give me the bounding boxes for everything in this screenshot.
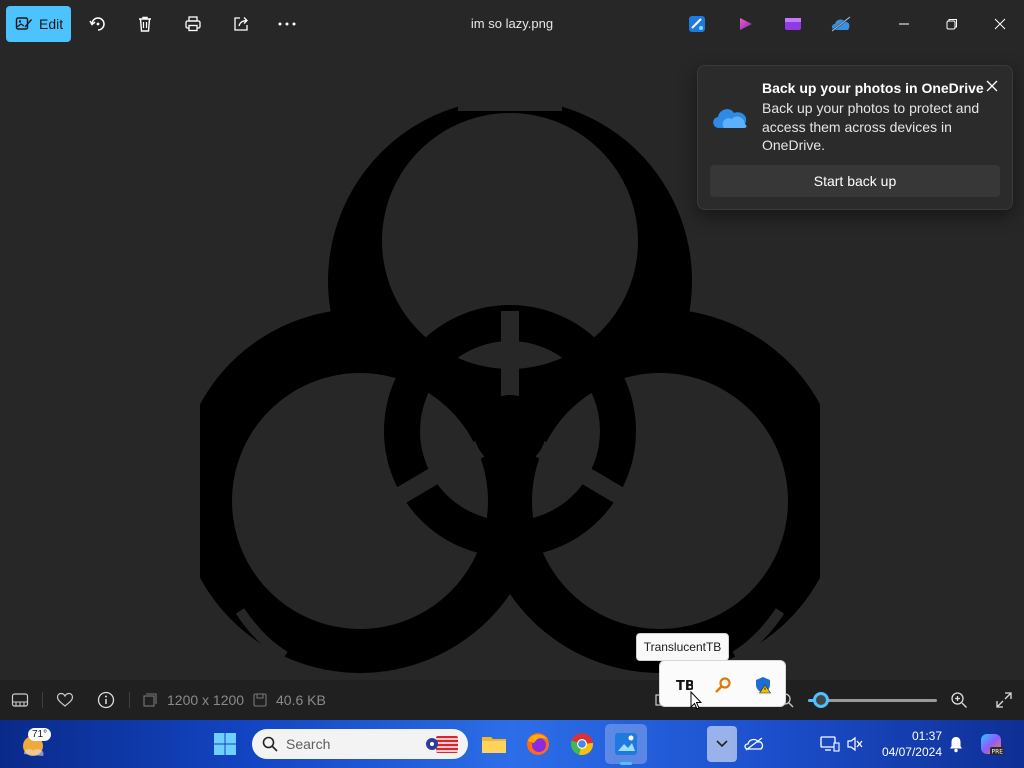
defender-warning-icon[interactable]: [751, 673, 775, 697]
start-backup-button[interactable]: Start back up: [710, 165, 1000, 197]
toast-body: Back up your photos to protect and acces…: [762, 100, 980, 153]
edit-label: Edit: [39, 16, 64, 32]
tray-overflow-popup: TB: [659, 660, 786, 707]
close-icon[interactable]: [988, 12, 1012, 36]
svg-text:PRE: PRE: [992, 749, 1004, 756]
file-title: im so lazy.png: [470, 16, 554, 31]
minimize-icon[interactable]: [892, 12, 916, 36]
share-icon[interactable]: [229, 12, 253, 36]
filmstrip-icon[interactable]: [10, 690, 30, 710]
info-icon[interactable]: [96, 690, 116, 710]
active-app-indicator: [620, 762, 632, 765]
edit-button[interactable]: Edit: [6, 6, 71, 42]
firefox-icon[interactable]: [522, 728, 554, 760]
clipchamp-icon[interactable]: [734, 12, 758, 36]
image-dimensions: 1200 x 1200: [167, 692, 245, 708]
onedrive-cloud-icon: [713, 109, 747, 128]
divider: [42, 692, 43, 708]
designer-icon[interactable]: [685, 12, 709, 36]
toast-title: Back up your photos in OneDrive: [762, 80, 984, 96]
onedrive-tray-icon[interactable]: [738, 728, 770, 760]
clock-date: 04/07/2024: [881, 745, 942, 759]
clock-time: 01:37: [911, 729, 942, 743]
toast-close-icon[interactable]: [982, 76, 1002, 96]
more-icon[interactable]: [275, 12, 299, 36]
start-windows-icon[interactable]: [209, 728, 241, 760]
clock[interactable]: 01:37 04/07/2024: [876, 728, 942, 760]
fullscreen-icon[interactable]: [994, 690, 1014, 710]
taskbar-search[interactable]: Search: [252, 729, 468, 759]
notification-bell-icon[interactable]: [940, 728, 972, 760]
search-icon: [262, 736, 278, 752]
search-highlight-icon: [426, 736, 458, 753]
video-icon[interactable]: [781, 12, 805, 36]
translucenttb-tooltip: TranslucentTB: [636, 633, 729, 661]
photos-icon[interactable]: [610, 728, 642, 760]
dimensions-icon: [140, 690, 160, 710]
volume-muted-icon[interactable]: [839, 728, 871, 760]
onedrive-icon[interactable]: [829, 12, 853, 36]
weather-temperature: 71°: [28, 728, 52, 741]
mouse-cursor: [690, 691, 703, 710]
search-placeholder: Search: [286, 736, 331, 752]
copilot-icon[interactable]: PRE: [976, 728, 1008, 760]
key-icon[interactable]: [711, 673, 735, 697]
print-icon[interactable]: [181, 12, 205, 36]
zoom-in-icon[interactable]: [949, 690, 969, 710]
divider: [129, 692, 130, 708]
show-hidden-icons-chevron-icon[interactable]: [707, 726, 737, 762]
favorite-heart-icon[interactable]: [55, 690, 75, 710]
chrome-icon[interactable]: [566, 728, 598, 760]
title-bar: Edit im so lazy.png: [0, 0, 1024, 48]
delete-icon[interactable]: [133, 12, 157, 36]
zoom-slider-thumb[interactable]: [812, 692, 829, 708]
rotate-icon[interactable]: [86, 12, 110, 36]
file-size: 40.6 KB: [276, 692, 326, 708]
restore-icon[interactable]: [940, 12, 964, 36]
zoom-slider-track[interactable]: [822, 699, 937, 702]
edit-image-icon: [15, 17, 32, 30]
file-explorer-icon[interactable]: [478, 728, 510, 760]
onedrive-backup-notification: Back up your photos in OneDrive Back up …: [697, 65, 1013, 210]
file-size-icon: [250, 690, 270, 710]
